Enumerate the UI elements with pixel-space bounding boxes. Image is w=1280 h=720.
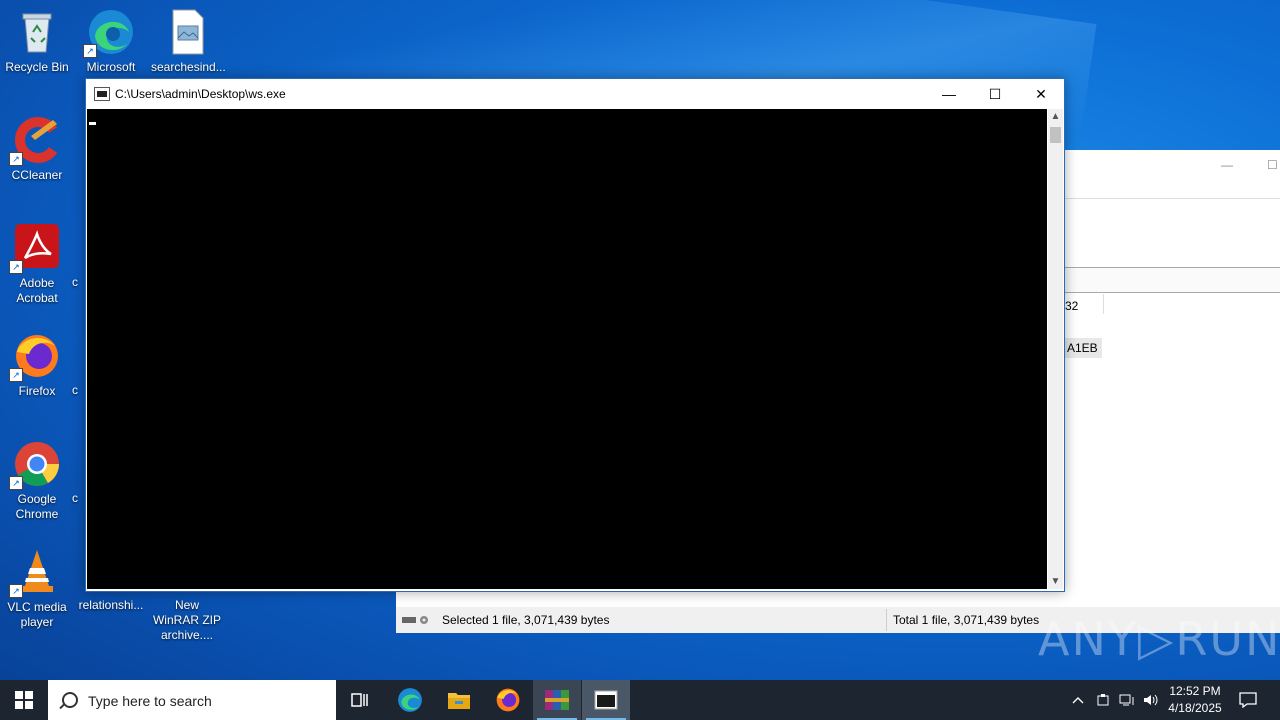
tray-volume-button[interactable] [1140,680,1162,720]
partial-label-text: c [72,275,78,289]
partial-label-text: c [72,491,78,505]
maximize-button[interactable]: ☐ [972,79,1018,109]
taskbar-file-explorer-button[interactable] [435,680,483,720]
bg-minimize-button[interactable]: — [1221,158,1233,172]
shortcut-arrow-icon: ↗ [9,584,23,598]
close-icon: ✕ [1035,85,1047,102]
scrollbar-thumb[interactable] [1050,127,1061,143]
console-output-area[interactable] [87,109,1047,589]
console-scrollbar[interactable]: ▲ ▼ [1048,109,1063,589]
taskbar-firefox-button[interactable] [484,680,532,720]
file-list-header [1063,267,1280,293]
firefox-icon: ↗ [9,332,61,382]
adobe-acrobat-icon: ↗ [9,224,61,274]
partial-label-text: c [72,383,78,397]
search-icon [62,692,78,708]
file-list-cell: A1EB [1063,338,1102,358]
desktop-icon-label: Microsoft Edge [86,60,136,74]
shortcut-arrow-icon: ↗ [83,44,97,58]
task-view-button[interactable] [336,680,384,720]
text-cursor [89,122,96,125]
desktop-icon-label: New WinRAR ZIP archive.... [152,598,221,642]
edge-icon: ↗ [83,8,135,58]
desktop-icon-new-winrar-zip[interactable]: New WinRAR ZIP archive.... [151,598,223,643]
status-total-text: Total 1 file, 3,071,439 bytes [893,613,1040,627]
edge-icon [398,688,422,712]
desktop-icon-google-chrome[interactable]: ↗ Google Chrome [1,440,73,522]
minimize-icon: — [942,86,956,102]
file-list-bottom [396,591,1280,607]
desktop-icon-recycle-bin[interactable]: Recycle Bin [1,8,73,75]
column-divider [1103,294,1104,314]
taskbar-clock[interactable]: 12:52 PM 4/18/2025 [1160,683,1230,717]
desktop-icon-label: VLC media player [7,600,67,629]
volume-icon [1144,694,1158,706]
scroll-up-arrow-icon[interactable]: ▲ [1048,111,1063,122]
shortcut-arrow-icon: ↗ [9,152,23,166]
show-hidden-icons-button[interactable] [1068,680,1088,720]
ccleaner-icon: ↗ [9,116,61,166]
desktop-icon-label: searchesind... [151,60,226,74]
desktop-icon-ccleaner[interactable]: ↗ CCleaner [1,116,73,183]
desktop-icon-vlc[interactable]: ↗ VLC media player [1,548,73,630]
console-window[interactable]: C:\Users\admin\Desktop\ws.exe — ☐ ✕ ▲ ▼ [85,78,1065,592]
taskbar-console-button[interactable] [582,680,630,720]
close-button[interactable]: ✕ [1018,79,1064,109]
file-list-cell: 32 [1065,299,1079,313]
taskbar: Type here to search 12:52 PM 4/18/2025 [0,680,1280,720]
taskbar-search-box[interactable]: Type here to search [48,680,336,720]
desktop-icon-label: relationshi... [78,598,144,612]
task-view-icon [351,693,368,707]
file-document-icon [163,8,211,56]
scroll-down-arrow-icon[interactable]: ▼ [1048,576,1063,587]
vlc-icon: ↗ [9,548,61,598]
desktop-icon-relationship[interactable]: relationshi... [75,598,147,613]
taskbar-edge-button[interactable] [386,680,434,720]
winrar-background-window[interactable]: — ☐ 32 A1EB [1062,150,1280,605]
device-icon [1097,694,1109,706]
windows-logo-icon [15,691,33,709]
status-divider [886,609,887,631]
tray-network-button[interactable] [1116,680,1138,720]
start-button[interactable] [0,680,48,720]
tray-device-button[interactable] [1092,680,1114,720]
console-app-icon [94,87,110,101]
console-title-bar[interactable]: C:\Users\admin\Desktop\ws.exe — ☐ ✕ [86,79,1064,109]
shortcut-arrow-icon: ↗ [9,368,23,382]
desktop-icon-label: Recycle Bin [5,60,69,74]
desktop-icon-microsoft-edge[interactable]: ↗ Microsoft Edge [75,8,147,75]
action-center-button[interactable] [1232,680,1264,720]
console-title: C:\Users\admin\Desktop\ws.exe [115,87,286,101]
chrome-icon: ↗ [9,440,61,490]
desktop-icon-searchesind[interactable]: searchesind... [151,8,226,75]
bg-maximize-button[interactable]: ☐ [1267,158,1278,172]
console-window-icon [594,690,618,710]
drive-icon [402,616,428,624]
desktop-icon-adobe-acrobat[interactable]: ↗ Adobe Acrobat [1,224,73,306]
desktop-icon-label: CCleaner [11,168,63,182]
clock-date: 4/18/2025 [1168,701,1222,715]
chevron-up-icon [1072,697,1084,704]
maximize-icon: ☐ [988,85,1002,102]
shortcut-arrow-icon: ↗ [9,476,23,490]
minimize-button[interactable]: — [926,79,972,109]
search-placeholder: Type here to search [88,693,212,709]
shortcut-arrow-icon: ↗ [9,260,23,274]
taskbar-winrar-button[interactable] [533,680,581,720]
recycle-bin-icon [13,8,61,56]
notification-icon [1239,692,1257,708]
toolbar-divider [1063,198,1280,199]
clock-time: 12:52 PM [1169,684,1221,698]
network-icon [1119,694,1134,706]
anyrun-watermark: ANY▷RUN [1038,612,1280,666]
firefox-icon [496,688,520,712]
winrar-icon [545,690,569,710]
status-selected-text: Selected 1 file, 3,071,439 bytes [442,613,610,627]
folder-icon [448,693,470,709]
